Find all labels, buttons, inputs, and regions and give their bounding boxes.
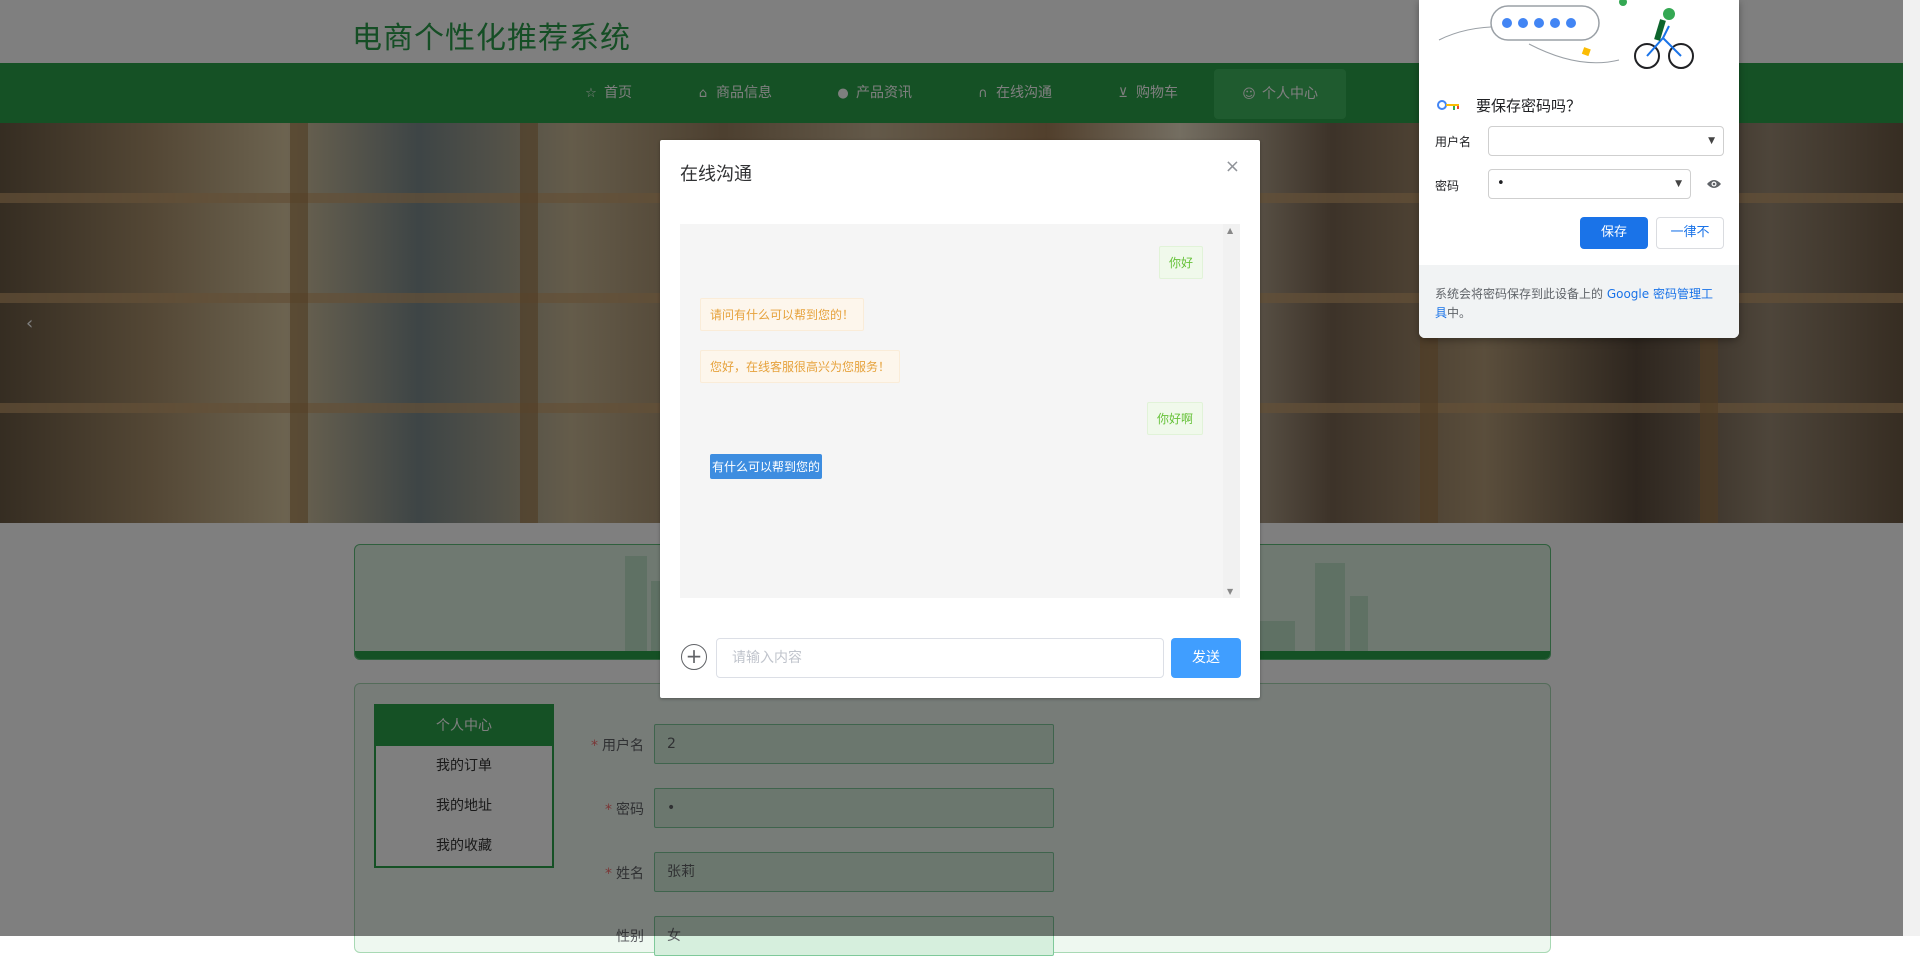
chevron-down-icon: ▼ — [1708, 136, 1715, 146]
key-icon — [1437, 100, 1459, 110]
chat-message-me: 你好 — [1158, 246, 1203, 279]
popup-username-select[interactable]: ▼ — [1488, 126, 1724, 156]
eye-icon[interactable] — [1706, 178, 1722, 190]
page-scrollbar[interactable] — [1903, 0, 1920, 936]
close-icon[interactable]: × — [1225, 156, 1240, 177]
dialog-title: 在线沟通 — [680, 164, 752, 185]
chat-input[interactable] — [716, 638, 1164, 678]
never-save-button[interactable]: 一律不 — [1656, 217, 1724, 249]
add-circle-icon[interactable]: + — [681, 644, 707, 670]
send-button[interactable]: 发送 — [1171, 638, 1241, 678]
popup-password-label: 密码 — [1435, 179, 1460, 193]
chat-messages[interactable]: 你好 请问有什么可以帮到您的！ 您好，在线客服很高兴为您服务！ 你好啊 有什么可… — [680, 224, 1240, 598]
chevron-down-icon: ▼ — [1675, 179, 1682, 189]
scroll-down-arrow-icon[interactable]: ▼ — [1227, 587, 1233, 596]
chat-message-cs: 请问有什么可以帮到您的！ — [700, 298, 865, 331]
popup-password-select[interactable]: • ▼ — [1488, 169, 1691, 199]
save-password-button[interactable]: 保存 — [1580, 217, 1648, 249]
chat-dialog: 在线沟通 × 你好 请问有什么可以帮到您的！ 您好，在线客服很高兴为您服务！ 你… — [660, 140, 1260, 698]
popup-footer: 系统会将密码保存到此设备上的 Google 密码管理工具中。 — [1419, 265, 1739, 338]
password-illustration-icon — [1438, 0, 1694, 69]
chat-message-me: 你好啊 — [1146, 402, 1203, 435]
save-password-title: 要保存密码吗？ — [1476, 97, 1582, 115]
popup-username-label: 用户名 — [1435, 135, 1472, 149]
chat-scrollbar[interactable]: ▲ ▼ — [1223, 224, 1240, 598]
scroll-up-arrow-icon[interactable]: ▲ — [1227, 226, 1233, 235]
chat-message-selected: 有什么可以帮到您的 — [710, 454, 823, 479]
chat-message-cs: 您好，在线客服很高兴为您服务！ — [700, 350, 901, 383]
save-password-popup: 要保存密码吗？ 用户名 ▼ 密码 • ▼ 保存 一律不 系统会将密码保存到此设备… — [1419, 0, 1739, 338]
